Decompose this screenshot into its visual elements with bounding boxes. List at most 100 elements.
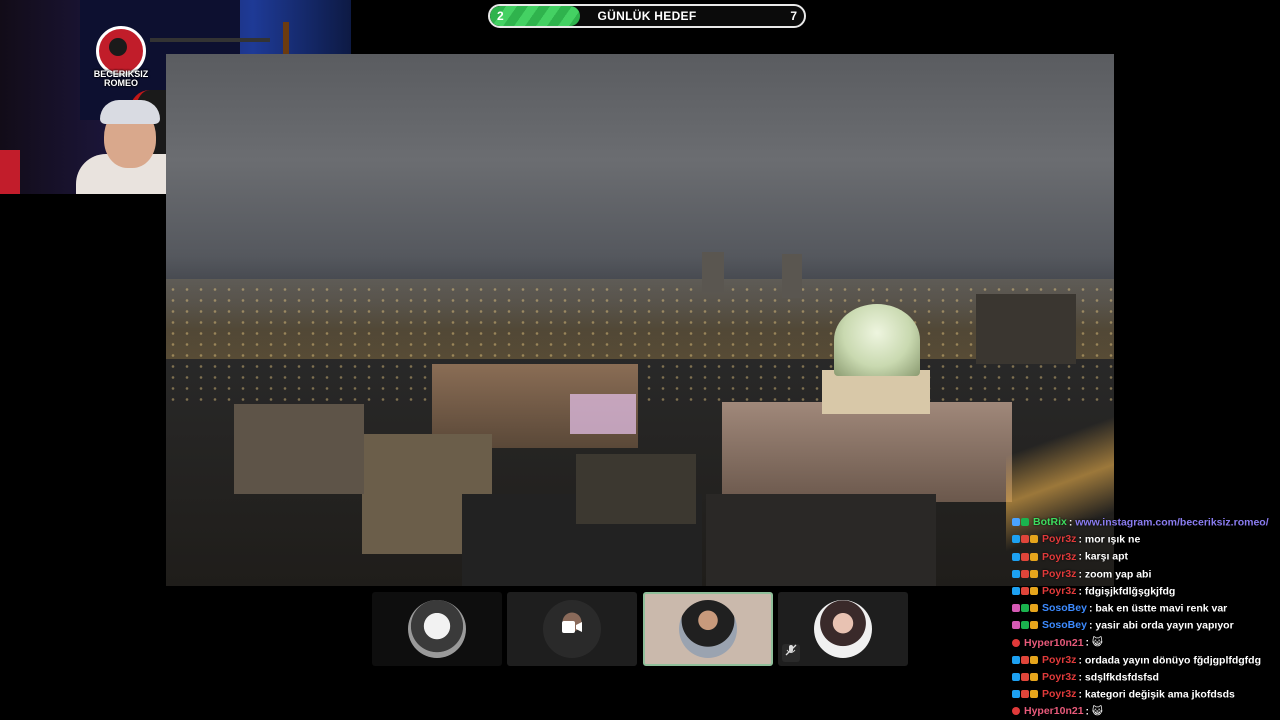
chat-username[interactable]: Poyr3z <box>1042 654 1076 666</box>
participant-tile[interactable] <box>372 592 502 666</box>
chat-message-text: yasir abi orda yayın yapıyor <box>1095 619 1234 632</box>
chat-badge-icon <box>1012 586 1020 595</box>
chat-username[interactable]: Hyper10n21 <box>1024 705 1084 717</box>
chat-message: Poyr3z: karşı apt <box>1012 548 1278 565</box>
participant-tile-active-speaker[interactable] <box>643 592 773 666</box>
chat-username[interactable]: Poyr3z <box>1042 551 1076 563</box>
chat-badge-icon <box>1021 535 1029 544</box>
chat-overlay: BotRix: www.instagram.com/beceriksiz.rom… <box>1012 514 1278 720</box>
chat-username[interactable]: Hyper10n21 <box>1024 637 1084 649</box>
chat-badge-icon <box>1021 518 1029 527</box>
chat-badge-icon <box>1012 707 1020 716</box>
chat-message: Poyr3z: sdşlfkdsfdsfsd <box>1012 669 1278 686</box>
goal-title: GÜNLÜK HEDEF <box>597 9 697 23</box>
channel-logo-figure <box>109 38 127 56</box>
chat-message: SosoBey: bak en üstte mavi renk var <box>1012 600 1278 617</box>
chat-username[interactable]: SosoBey <box>1042 602 1087 614</box>
chat-badges <box>1012 703 1021 720</box>
chat-badges <box>1012 531 1039 548</box>
chat-badge-icon <box>1012 690 1020 699</box>
chat-message-text: karşı apt <box>1084 550 1129 563</box>
chat-username[interactable]: Poyr3z <box>1042 585 1076 597</box>
chat-badges <box>1012 583 1039 600</box>
midrise-building <box>576 454 696 524</box>
channel-logo-text: BECERIKSIZ ROMEO <box>92 70 150 88</box>
chat-message-text: ordada yayın dönüyo fğdjgplfdgfdg <box>1084 653 1262 666</box>
logo-text-line2: ROMEO <box>103 78 138 88</box>
chat-badge-icon <box>1012 638 1020 647</box>
chat-badges <box>1012 514 1030 531</box>
chat-badge-icon <box>1012 535 1020 544</box>
chat-message: Poyr3z: ordada yayın dönüyo fğdjgplfdgfd… <box>1012 652 1278 669</box>
chat-message-text: fdgişjkfdlğşgkjfdg <box>1084 585 1176 598</box>
chat-message: Poyr3z: mor ışık ne <box>1012 531 1278 548</box>
distant-tower <box>702 252 724 292</box>
chat-message-text: 😺 <box>1091 636 1103 649</box>
chat-badge-icon <box>1021 655 1029 664</box>
chat-badges <box>1012 566 1039 583</box>
city-hall <box>722 402 1012 502</box>
chat-message-text: mor ışık ne <box>1084 533 1141 546</box>
opera-house-lit-facade <box>570 394 636 434</box>
streamer-hair <box>100 100 160 124</box>
chat-username[interactable]: SosoBey <box>1042 619 1087 631</box>
chat-username[interactable]: Poyr3z <box>1042 688 1076 700</box>
chat-badge-icon <box>1021 604 1029 613</box>
chat-badge-icon <box>1030 535 1038 544</box>
participant-avatar <box>814 600 872 658</box>
chat-badges <box>1012 634 1021 651</box>
city-hall-dome-base <box>822 370 930 414</box>
chat-message: BotRix: www.instagram.com/beceriksiz.rom… <box>1012 514 1278 531</box>
chat-badges <box>1012 600 1039 617</box>
chat-message-text: zoom yap abi <box>1084 567 1152 580</box>
chat-message: Poyr3z: fdgişjkfdlğşgkjfdg <box>1012 583 1278 600</box>
chat-badges <box>1012 686 1039 703</box>
participant-avatar <box>408 600 466 658</box>
chat-badge-icon <box>1030 672 1038 681</box>
chat-badge-icon <box>1021 586 1029 595</box>
webcam-red-object <box>0 150 20 194</box>
chat-badge-icon <box>1030 655 1038 664</box>
chat-message: SosoBey: yasir abi orda yayın yapıyor <box>1012 617 1278 634</box>
chat-message: Poyr3z: kategori değişik ama jkofdsds <box>1012 686 1278 703</box>
chat-username[interactable]: BotRix <box>1033 516 1067 528</box>
daily-goal-bar: 2 GÜNLÜK HEDEF 7 <box>488 4 806 28</box>
chat-badge-icon <box>1021 552 1029 561</box>
webcam-shelf <box>150 38 270 42</box>
chat-badge-icon <box>1012 672 1020 681</box>
distant-tower <box>782 254 802 298</box>
goal-target-value: 7 <box>790 9 797 23</box>
chat-message: Hyper10n21: 😺 <box>1012 703 1278 720</box>
mic-muted-icon <box>782 644 800 662</box>
concert-hall <box>234 404 364 494</box>
chat-message: Poyr3z: zoom yap abi <box>1012 566 1278 583</box>
chat-badge-icon <box>1012 604 1020 613</box>
chat-username[interactable]: Poyr3z <box>1042 568 1076 580</box>
chat-badge-icon <box>1012 552 1020 561</box>
chat-message-text: bak en üstte mavi renk var <box>1095 602 1228 615</box>
city-lights <box>166 284 1114 404</box>
chat-username[interactable]: Poyr3z <box>1042 533 1076 545</box>
chat-badges <box>1012 548 1039 565</box>
chat-message-text: www.instagram.com/beceriksiz.romeo/ <box>1075 516 1269 529</box>
chat-message-text: 😺 <box>1091 705 1103 718</box>
chat-username[interactable]: Poyr3z <box>1042 671 1076 683</box>
participant-tile[interactable] <box>507 592 637 666</box>
chat-badge-icon <box>1012 518 1020 527</box>
chat-badge-icon <box>1021 672 1029 681</box>
chat-message-text: kategori değişik ama jkofdsds <box>1084 688 1235 701</box>
chat-badge-icon <box>1012 621 1020 630</box>
chat-badges <box>1012 617 1039 634</box>
chat-badge-icon <box>1030 604 1038 613</box>
video-camera-icon <box>559 616 585 642</box>
foreground-building <box>706 494 936 586</box>
main-video-stream[interactable] <box>166 54 1114 586</box>
chat-badge-icon <box>1021 621 1029 630</box>
chat-badge-icon <box>1030 552 1038 561</box>
chat-badge-icon <box>1012 655 1020 664</box>
office-block <box>976 294 1076 364</box>
city-hall-dome <box>834 304 920 376</box>
participant-tile[interactable] <box>778 592 908 666</box>
chat-badge-icon <box>1030 569 1038 578</box>
chat-badge-icon <box>1030 621 1038 630</box>
